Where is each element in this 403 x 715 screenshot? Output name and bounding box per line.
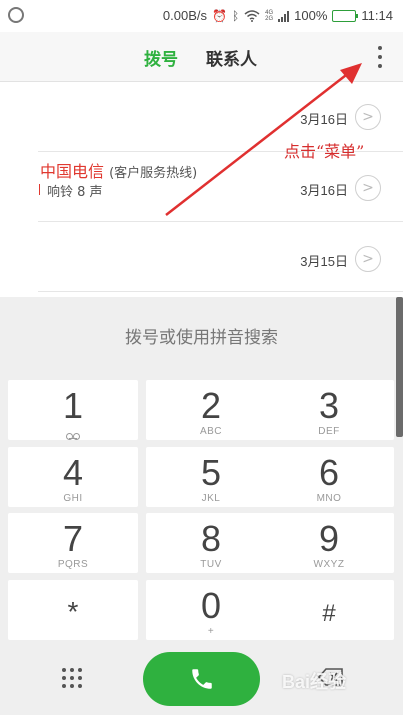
phone-icon [191, 669, 212, 689]
key-5[interactable]: 5 JKL [146, 447, 276, 507]
key-2[interactable]: 2 ABC [146, 380, 276, 440]
chevron-right-icon[interactable]: > [355, 175, 381, 201]
battery-percent: 100% [294, 8, 328, 23]
backspace-icon[interactable] [318, 668, 344, 686]
voicemail-icon [66, 433, 80, 440]
contact-subtitle: (客户服务热线) [109, 166, 198, 181]
status-bar-right: 0.00B/s ⏰ ᛒ 4G 2G 100% 11:14 [163, 8, 393, 23]
battery-icon [332, 9, 359, 22]
alarm-icon: ⏰ [212, 8, 227, 23]
keypad-grid-icon[interactable] [62, 668, 82, 688]
key-6[interactable]: 6 MNO [264, 447, 394, 507]
signal-icon [278, 10, 290, 22]
dial-search-hint[interactable]: 拨号或使用拼音搜索 [0, 323, 403, 348]
annotation-text: 点击“菜单” [284, 142, 365, 161]
key-8[interactable]: 8 TUV [146, 513, 276, 573]
call-button[interactable] [143, 652, 260, 706]
clock: 11:14 [361, 8, 393, 23]
app-icon [8, 7, 24, 23]
bluetooth-icon: ᛒ [231, 8, 240, 23]
key-9[interactable]: 9 WXYZ [264, 513, 394, 573]
chevron-right-icon[interactable]: > [355, 104, 381, 130]
network-speed: 0.00B/s [162, 8, 207, 23]
key-3[interactable]: 3 DEF [264, 380, 394, 440]
chevron-right-icon[interactable]: > [355, 246, 381, 272]
call-date: 3月16日 [300, 112, 348, 127]
call-detail: 响铃 8 声 [39, 181, 103, 200]
key-7[interactable]: 7 PQRS [8, 513, 138, 573]
call-date: 3月15日 [300, 254, 348, 269]
call-date: 3月16日 [300, 183, 348, 198]
key-star[interactable]: * [8, 580, 138, 640]
wifi-icon [244, 9, 260, 22]
scroll-handle[interactable] [396, 297, 403, 437]
divider [38, 291, 403, 292]
tab-dial[interactable]: 拨号 [144, 45, 178, 70]
key-4[interactable]: 4 GHI [8, 447, 138, 507]
more-vertical-icon[interactable] [377, 46, 383, 68]
network-type: 4G 2G [265, 9, 274, 22]
key-0[interactable]: 0 + [146, 580, 276, 640]
key-hash[interactable]: # [264, 580, 394, 640]
tab-contacts[interactable]: 联系人 [206, 45, 257, 70]
app-header: 拨号 联系人 [0, 32, 403, 82]
contact-name: 中国电信 (客户服务热线) [40, 162, 198, 181]
status-bar: 0.00B/s ⏰ ᛒ 4G 2G 100% 11:14 [0, 0, 403, 32]
keypad-grid-icon[interactable] [62, 371, 82, 391]
call-log-item[interactable]: 3月15日 > [0, 222, 403, 292]
